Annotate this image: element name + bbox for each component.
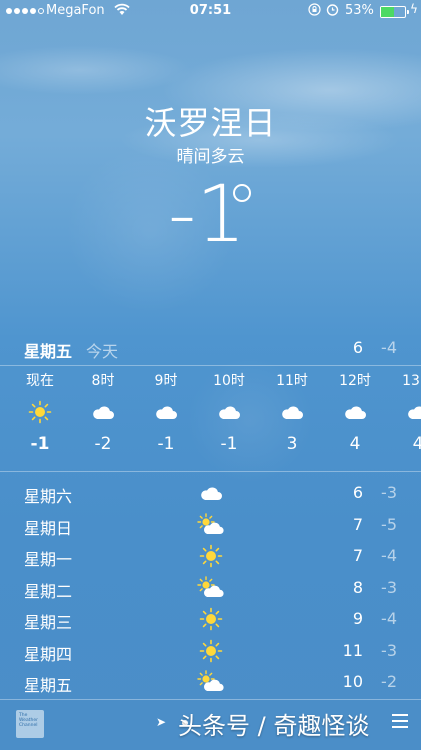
hour-temperature: 4 <box>412 434 421 454</box>
divider <box>0 471 421 472</box>
daily-row: 星期五 10 -2 <box>0 667 421 699</box>
day-high: 7 <box>352 514 363 534</box>
sun-icon <box>196 543 226 569</box>
partly-cloudy-icon <box>196 669 226 695</box>
battery-percentage: 53% <box>345 3 374 18</box>
daily-row: 星期二 8 -3 <box>0 573 421 605</box>
hourly-forecast[interactable]: 现在 -1 8时 -2 9时 -1 10时 -1 11时 3 12时 4 13时 4 <box>0 370 421 466</box>
hour-temperature: 3 <box>286 434 298 454</box>
day-low: -3 <box>381 577 397 597</box>
daily-row: 星期三 9 -4 <box>0 604 421 636</box>
hourly-item: 12时 4 <box>330 370 380 454</box>
divider <box>0 365 421 366</box>
day-high: 11 <box>342 640 363 660</box>
partly-cloudy-icon <box>196 512 226 538</box>
daily-row: 星期六 6 -3 <box>0 478 421 510</box>
day-high: 6 <box>352 483 363 502</box>
hourly-item: 8时 -2 <box>78 370 128 454</box>
sun-icon <box>15 398 65 426</box>
cloud-icon <box>393 398 421 426</box>
hour-temperature: -2 <box>94 434 112 454</box>
day-high: 10 <box>342 672 363 691</box>
hour-label: 13时 <box>402 373 421 389</box>
today-high: 6 <box>352 338 363 357</box>
daily-row: 星期四 11 -3 <box>0 636 421 668</box>
today-label: 今天 <box>86 342 119 361</box>
day-name: 星期四 <box>24 644 73 664</box>
status-bar: MegaFon 07:51 53% ϟ <box>0 0 421 22</box>
cloud-icon <box>141 398 191 426</box>
cloud-icon <box>204 398 254 426</box>
daily-forecast: 星期六 6 -3 星期日 7 -5 星期一 7 -4 星期二 8 -3 星期三 9 -4 星期四 11 -3 星期五… <box>0 478 421 699</box>
weather-condition: 晴间多云 <box>176 147 245 167</box>
degree-symbol-icon <box>233 184 251 202</box>
hour-label: 9时 <box>154 373 178 389</box>
day-high: 9 <box>352 609 363 628</box>
hour-label: 现在 <box>26 373 54 389</box>
charging-bolt-icon: ϟ <box>410 2 418 16</box>
cloud-icon <box>196 480 226 506</box>
day-low: -3 <box>381 640 397 660</box>
watermark-text: 头条号 / 奇趣怪谈 <box>178 712 370 740</box>
day-low: -4 <box>381 546 397 565</box>
day-low: -3 <box>381 483 397 502</box>
sun-icon <box>196 638 226 664</box>
day-name: 星期六 <box>24 487 73 506</box>
location-arrow-icon: ➤ <box>156 715 167 729</box>
hour-temperature: -1 <box>30 434 50 454</box>
hour-temperature: -1 <box>157 434 175 454</box>
today-weekday: 星期五 <box>24 342 73 361</box>
weather-channel-logo[interactable]: The Weather Channel <box>16 710 44 738</box>
day-name: 星期二 <box>24 581 73 601</box>
rotation-lock-icon <box>308 3 321 20</box>
partly-cloudy-icon <box>196 575 226 601</box>
day-high: 7 <box>352 546 363 565</box>
bottom-toolbar: The Weather Channel ➤ 头条号 / 奇趣怪谈 <box>0 700 421 750</box>
day-name: 星期日 <box>24 518 73 538</box>
battery-icon <box>380 6 409 18</box>
day-name: 星期一 <box>24 550 73 569</box>
day-low: -5 <box>381 514 397 534</box>
hour-temperature: 4 <box>349 434 361 454</box>
list-icon[interactable] <box>392 714 408 732</box>
today-summary: 星期五 今天 6 -4 <box>0 338 421 361</box>
hour-label: 8时 <box>91 373 115 389</box>
day-name: 星期五 <box>24 676 73 695</box>
day-low: -4 <box>381 609 397 628</box>
day-low: -2 <box>381 672 397 691</box>
cloud-icon <box>267 398 317 426</box>
hour-label: 12时 <box>339 373 371 389</box>
sun-icon <box>196 606 226 632</box>
hourly-item: 现在 -1 <box>15 370 65 454</box>
hour-temperature: -1 <box>220 434 238 454</box>
hourly-item: 11时 3 <box>267 370 317 454</box>
alarm-icon <box>326 3 339 20</box>
day-high: 8 <box>352 577 363 597</box>
daily-row: 星期一 7 -4 <box>0 541 421 573</box>
cloud-icon <box>330 398 380 426</box>
city-name: 沃罗涅日 <box>144 104 277 142</box>
hourly-item: 13时 4 <box>393 370 421 454</box>
hour-label: 11时 <box>276 373 308 389</box>
today-low: -4 <box>381 338 397 357</box>
hourly-item: 9时 -1 <box>141 370 191 454</box>
cloud-icon <box>78 398 128 426</box>
hourly-item: 10时 -1 <box>204 370 254 454</box>
hour-label: 10时 <box>213 373 245 389</box>
day-name: 星期三 <box>24 613 73 632</box>
daily-row: 星期日 7 -5 <box>0 510 421 542</box>
